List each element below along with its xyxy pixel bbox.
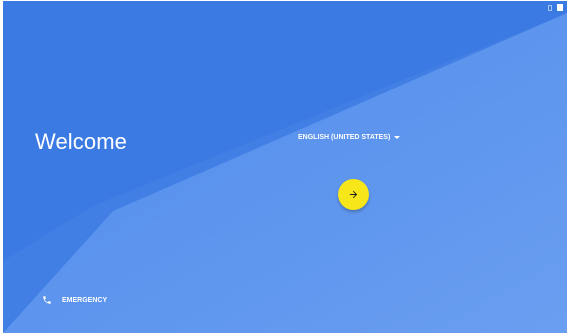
emergency-label: EMERGENCY <box>62 296 108 304</box>
next-button[interactable] <box>338 179 369 210</box>
notification-icon <box>548 4 552 11</box>
language-selector[interactable]: ENGLISH (UNITED STATES) <box>298 134 401 141</box>
emergency-call-button[interactable]: EMERGENCY <box>42 295 107 305</box>
background-graphic <box>3 1 567 333</box>
arrow-right-icon <box>349 190 358 199</box>
welcome-title: Welcome <box>35 129 127 154</box>
phone-icon <box>43 296 51 304</box>
language-label: ENGLISH (UNITED STATES) <box>298 134 391 141</box>
battery-icon <box>557 4 563 11</box>
setup-welcome-screen: Welcome ENGLISH (UNITED STATES) EMERGENC… <box>3 1 567 333</box>
arrow-drop-down-icon <box>394 136 401 139</box>
status-bar <box>548 4 563 11</box>
